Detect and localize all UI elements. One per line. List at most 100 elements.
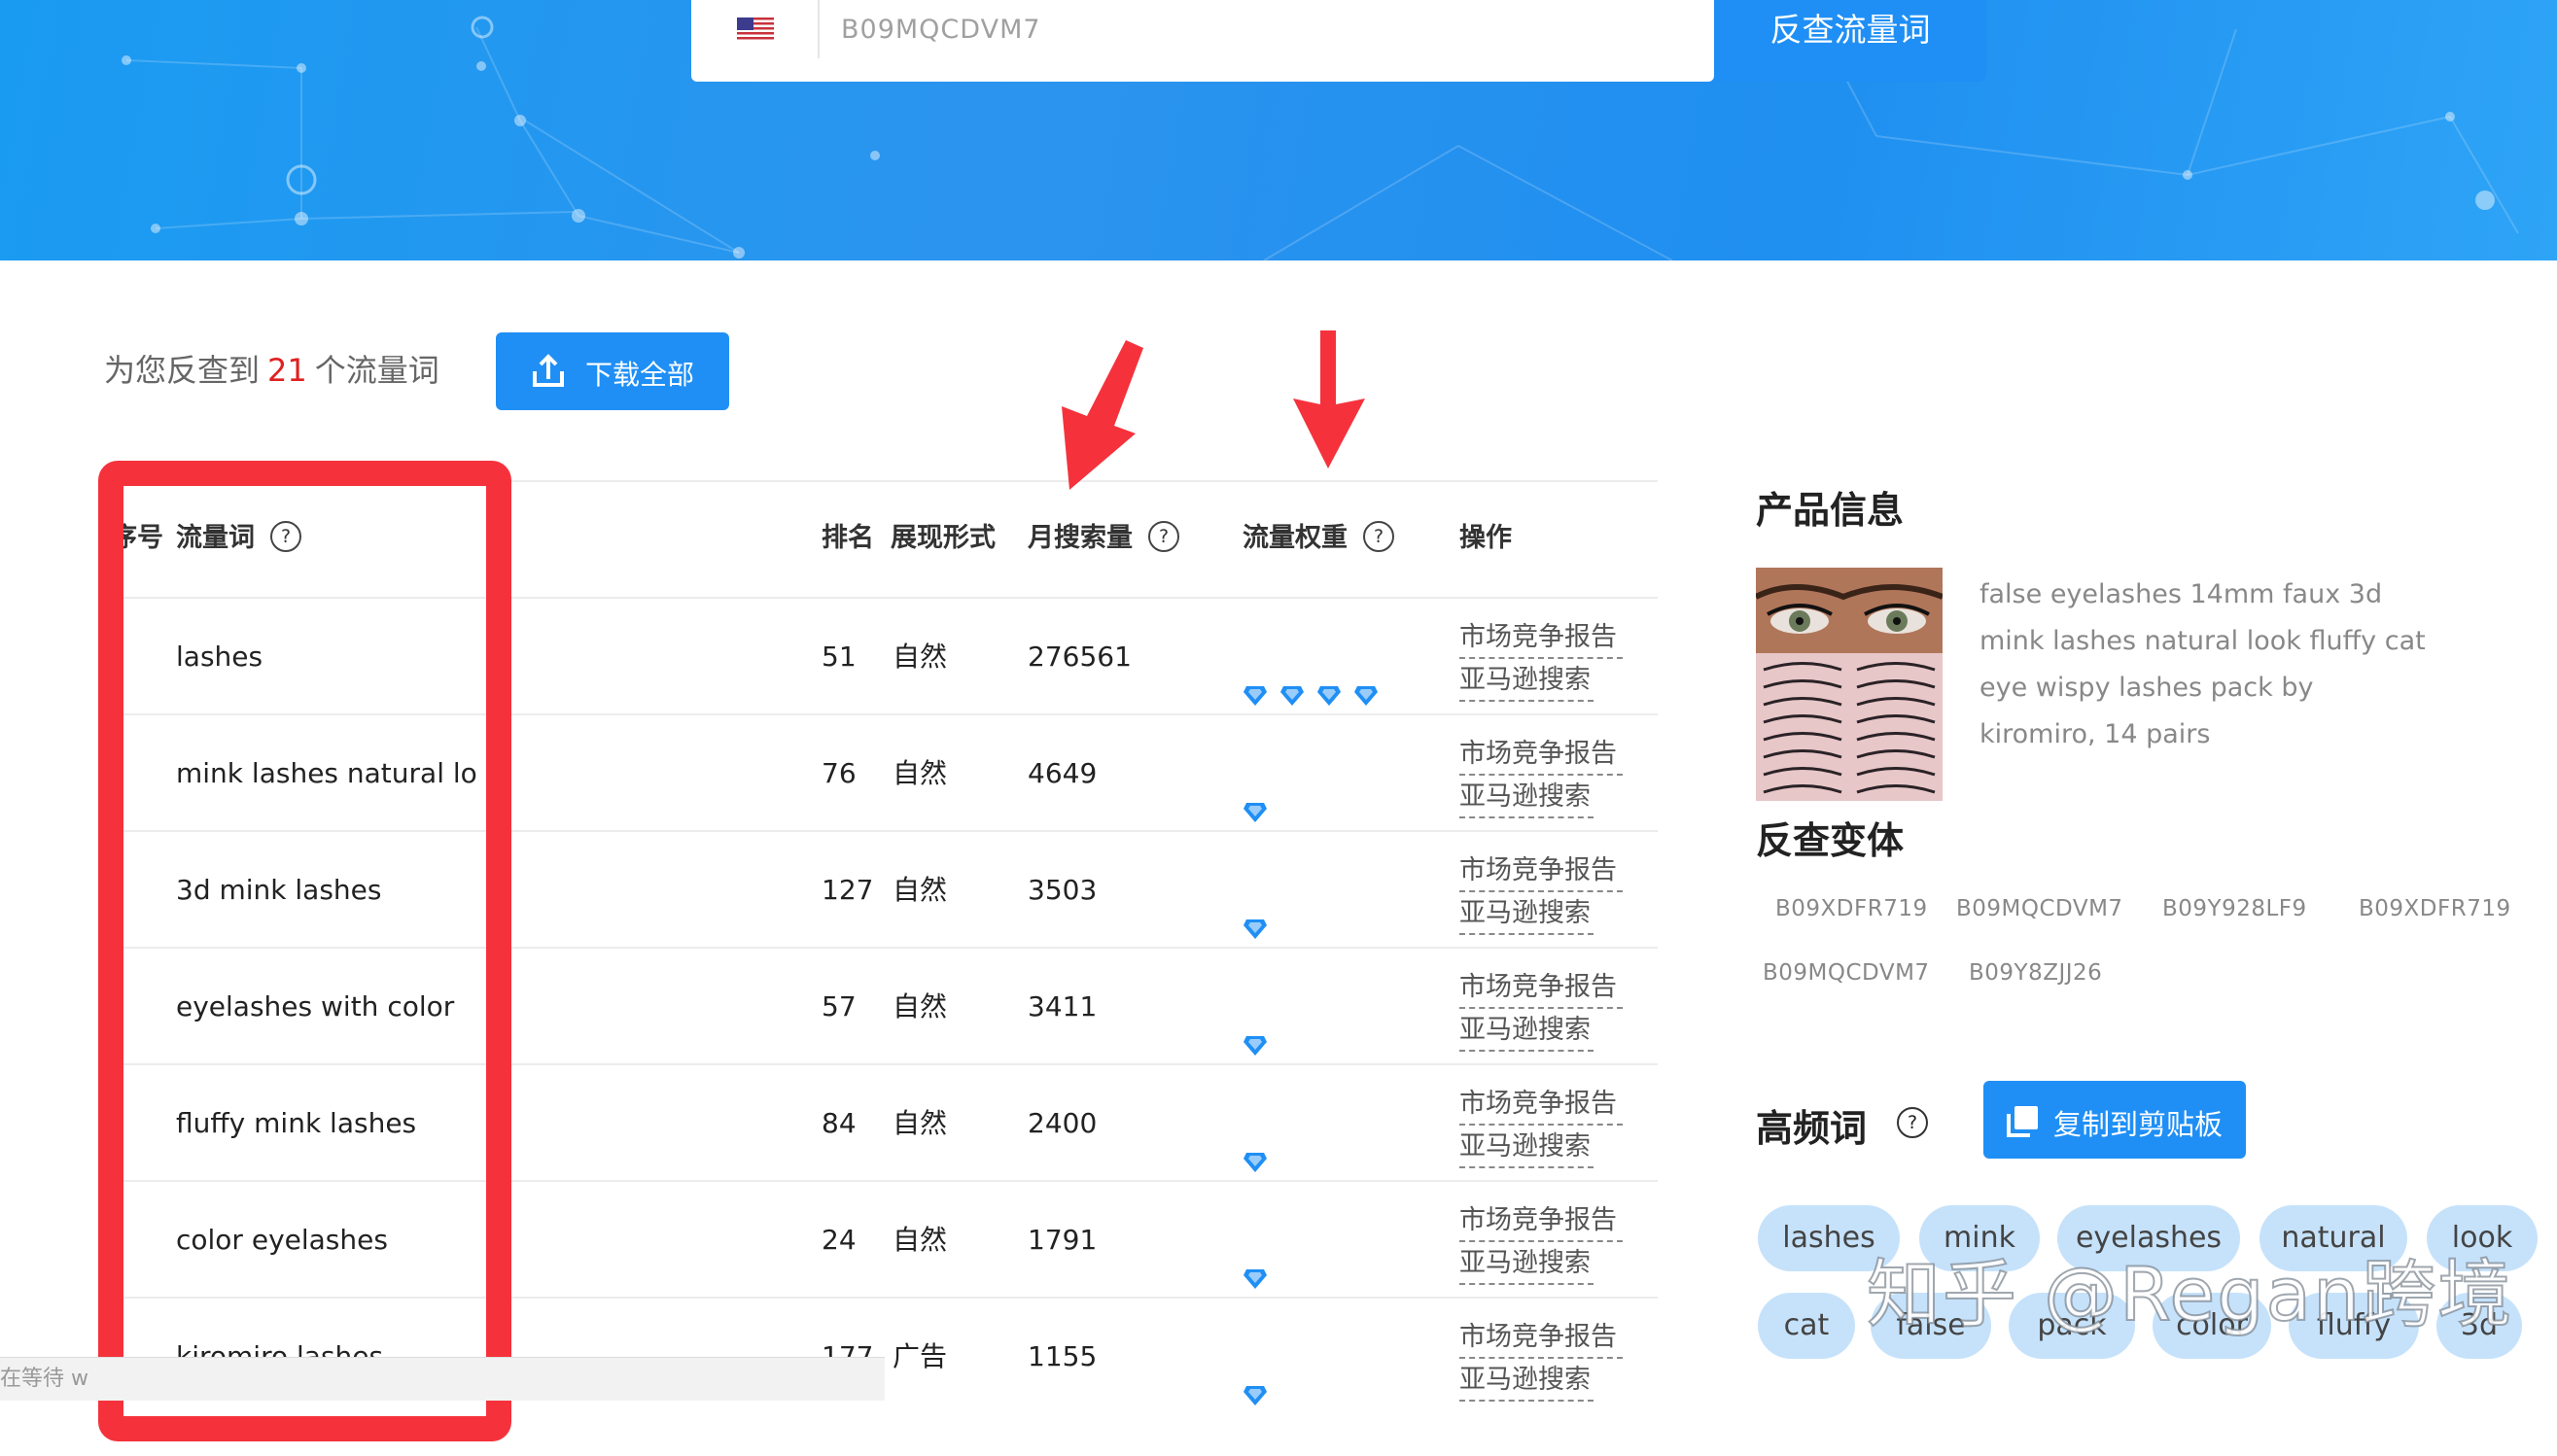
volume-cell: 3503 <box>1028 874 1098 906</box>
market-report-link[interactable]: 市场竞争报告 <box>1459 1201 1623 1242</box>
variant-asin-link[interactable]: B09MQCDVM7 <box>1956 896 2123 921</box>
actions-cell: 市场竞争报告 亚马逊搜索 <box>1459 851 1623 937</box>
form-cell: 自然 <box>893 641 948 673</box>
diamond-icon <box>1316 640 1342 706</box>
product-image[interactable] <box>1756 568 1943 801</box>
reverse-lookup-button[interactable]: 反查流量词 <box>1714 0 1986 82</box>
watermark: 知乎 @Regan跨境 <box>1866 1250 2514 1338</box>
highlight-box <box>98 461 511 1441</box>
copy-label: 复制到剪贴板 <box>2053 1108 2224 1141</box>
diamond-icon <box>1279 640 1305 706</box>
header-weight: 流量权重? <box>1243 480 1394 597</box>
amazon-search-link[interactable]: 亚马逊搜索 <box>1459 1011 1594 1052</box>
amazon-search-link[interactable]: 亚马逊搜索 <box>1459 778 1594 818</box>
header-weight-label: 流量权重 <box>1243 523 1348 553</box>
download-all-label: 下载全部 <box>585 359 695 391</box>
amazon-search-link[interactable]: 亚马逊搜索 <box>1459 661 1594 702</box>
rank-cell: 127 <box>822 874 874 906</box>
form-cell: 广告 <box>893 1340 948 1372</box>
product-info-title: 产品信息 <box>1756 489 1905 532</box>
diamond-icon <box>1353 640 1379 706</box>
copy-to-clipboard-button[interactable]: 复制到剪贴板 <box>1983 1081 2246 1159</box>
form-cell: 自然 <box>893 1224 948 1256</box>
market-report-link[interactable]: 市场竞争报告 <box>1459 968 1623 1009</box>
red-arrow-icon <box>1062 340 1143 490</box>
diamond-icon <box>1243 989 1268 1056</box>
form-cell: 自然 <box>893 1107 948 1139</box>
summary-prefix: 为您反查到 <box>104 352 261 389</box>
market-report-link[interactable]: 市场竞争报告 <box>1459 735 1623 776</box>
diamond-icon <box>1243 1339 1268 1405</box>
help-icon[interactable]: ? <box>1897 1107 1928 1138</box>
header-rank: 排名 <box>822 523 874 553</box>
keyword-tag[interactable]: cat <box>1758 1293 1855 1359</box>
header-form: 展现形式 <box>891 523 996 553</box>
market-report-link[interactable]: 市场竞争报告 <box>1459 851 1623 892</box>
actions-cell: 市场竞争报告 亚马逊搜索 <box>1459 1085 1623 1170</box>
rank-cell: 84 <box>822 1107 857 1139</box>
weight-cell <box>1243 756 1279 822</box>
hero-banner: B09MQCDVM7 反查流量词 <box>0 0 2557 260</box>
amazon-search-link[interactable]: 亚马逊搜索 <box>1459 1244 1594 1285</box>
variants-title: 反查变体 <box>1756 819 1905 862</box>
us-flag-icon[interactable] <box>737 17 774 42</box>
help-icon[interactable]: ? <box>1148 520 1179 552</box>
weight-cell <box>1243 1106 1279 1172</box>
download-all-button[interactable]: 下载全部 <box>496 332 729 410</box>
weight-cell <box>1243 873 1279 939</box>
diamond-icon <box>1243 1106 1268 1172</box>
variant-asin-link[interactable]: B09MQCDVM7 <box>1763 960 1930 986</box>
variant-asin-link[interactable]: B09Y928LF9 <box>2162 896 2307 921</box>
variant-asin-link[interactable]: B09XDFR719 <box>2359 896 2511 921</box>
high-freq-title: 高频词 <box>1756 1107 1868 1150</box>
market-report-link[interactable]: 市场竞争报告 <box>1459 1318 1623 1359</box>
rank-cell: 24 <box>822 1224 857 1256</box>
status-bar: 在等待 w <box>0 1357 885 1401</box>
actions-cell: 市场竞争报告 亚马逊搜索 <box>1459 735 1623 820</box>
variant-asin-link[interactable]: B09XDFR719 <box>1775 896 1928 921</box>
amazon-search-link[interactable]: 亚马逊搜索 <box>1459 1127 1594 1168</box>
volume-cell: 1155 <box>1028 1340 1098 1372</box>
product-description: false eyelashes 14mm faux 3d mink lashes… <box>1979 579 2426 749</box>
volume-cell: 4649 <box>1028 757 1098 789</box>
form-cell: 自然 <box>893 990 948 1023</box>
status-text: 在等待 w <box>0 1367 88 1391</box>
form-cell: 自然 <box>893 874 948 906</box>
diamond-icon <box>1243 1223 1268 1289</box>
header-volume-label: 月搜索量 <box>1028 523 1133 553</box>
weight-cell <box>1243 989 1279 1056</box>
volume-cell: 1791 <box>1028 1224 1098 1256</box>
rank-cell: 51 <box>822 641 857 673</box>
volume-cell: 3411 <box>1028 990 1098 1023</box>
weight-cell <box>1243 1223 1279 1289</box>
header-actions: 操作 <box>1459 523 1512 553</box>
amazon-search-link[interactable]: 亚马逊搜索 <box>1459 894 1594 935</box>
result-summary: 为您反查到 21 个流量词 <box>104 346 439 391</box>
actions-cell: 市场竞争报告 亚马逊搜索 <box>1459 618 1623 704</box>
weight-cell <box>1243 640 1390 706</box>
weight-cell <box>1243 1339 1279 1405</box>
upload-icon <box>533 354 564 387</box>
volume-cell: 276561 <box>1028 641 1132 673</box>
copy-icon <box>2007 1106 2038 1137</box>
help-icon[interactable]: ? <box>1363 520 1394 552</box>
actions-cell: 市场竞争报告 亚马逊搜索 <box>1459 968 1623 1054</box>
header-volume: 月搜索量? <box>1028 480 1179 597</box>
amazon-search-link[interactable]: 亚马逊搜索 <box>1459 1361 1594 1402</box>
actions-cell: 市场竞争报告 亚马逊搜索 <box>1459 1318 1623 1404</box>
variant-asin-link[interactable]: B09Y8ZJJ26 <box>1969 960 2102 986</box>
volume-cell: 2400 <box>1028 1107 1098 1139</box>
rank-cell: 76 <box>822 757 857 789</box>
market-report-link[interactable]: 市场竞争报告 <box>1459 1085 1623 1126</box>
search-divider <box>818 0 820 58</box>
red-arrow-icon <box>1293 330 1365 468</box>
actions-cell: 市场竞争报告 亚马逊搜索 <box>1459 1201 1623 1287</box>
diamond-icon <box>1243 756 1268 822</box>
market-report-link[interactable]: 市场竞争报告 <box>1459 618 1623 659</box>
summary-suffix: 个流量词 <box>314 352 439 389</box>
search-bar[interactable]: B09MQCDVM7 <box>691 0 1714 82</box>
search-input[interactable]: B09MQCDVM7 <box>841 0 1041 60</box>
result-count: 21 <box>267 352 307 389</box>
diamond-icon <box>1243 873 1268 939</box>
diamond-icon <box>1243 640 1268 706</box>
